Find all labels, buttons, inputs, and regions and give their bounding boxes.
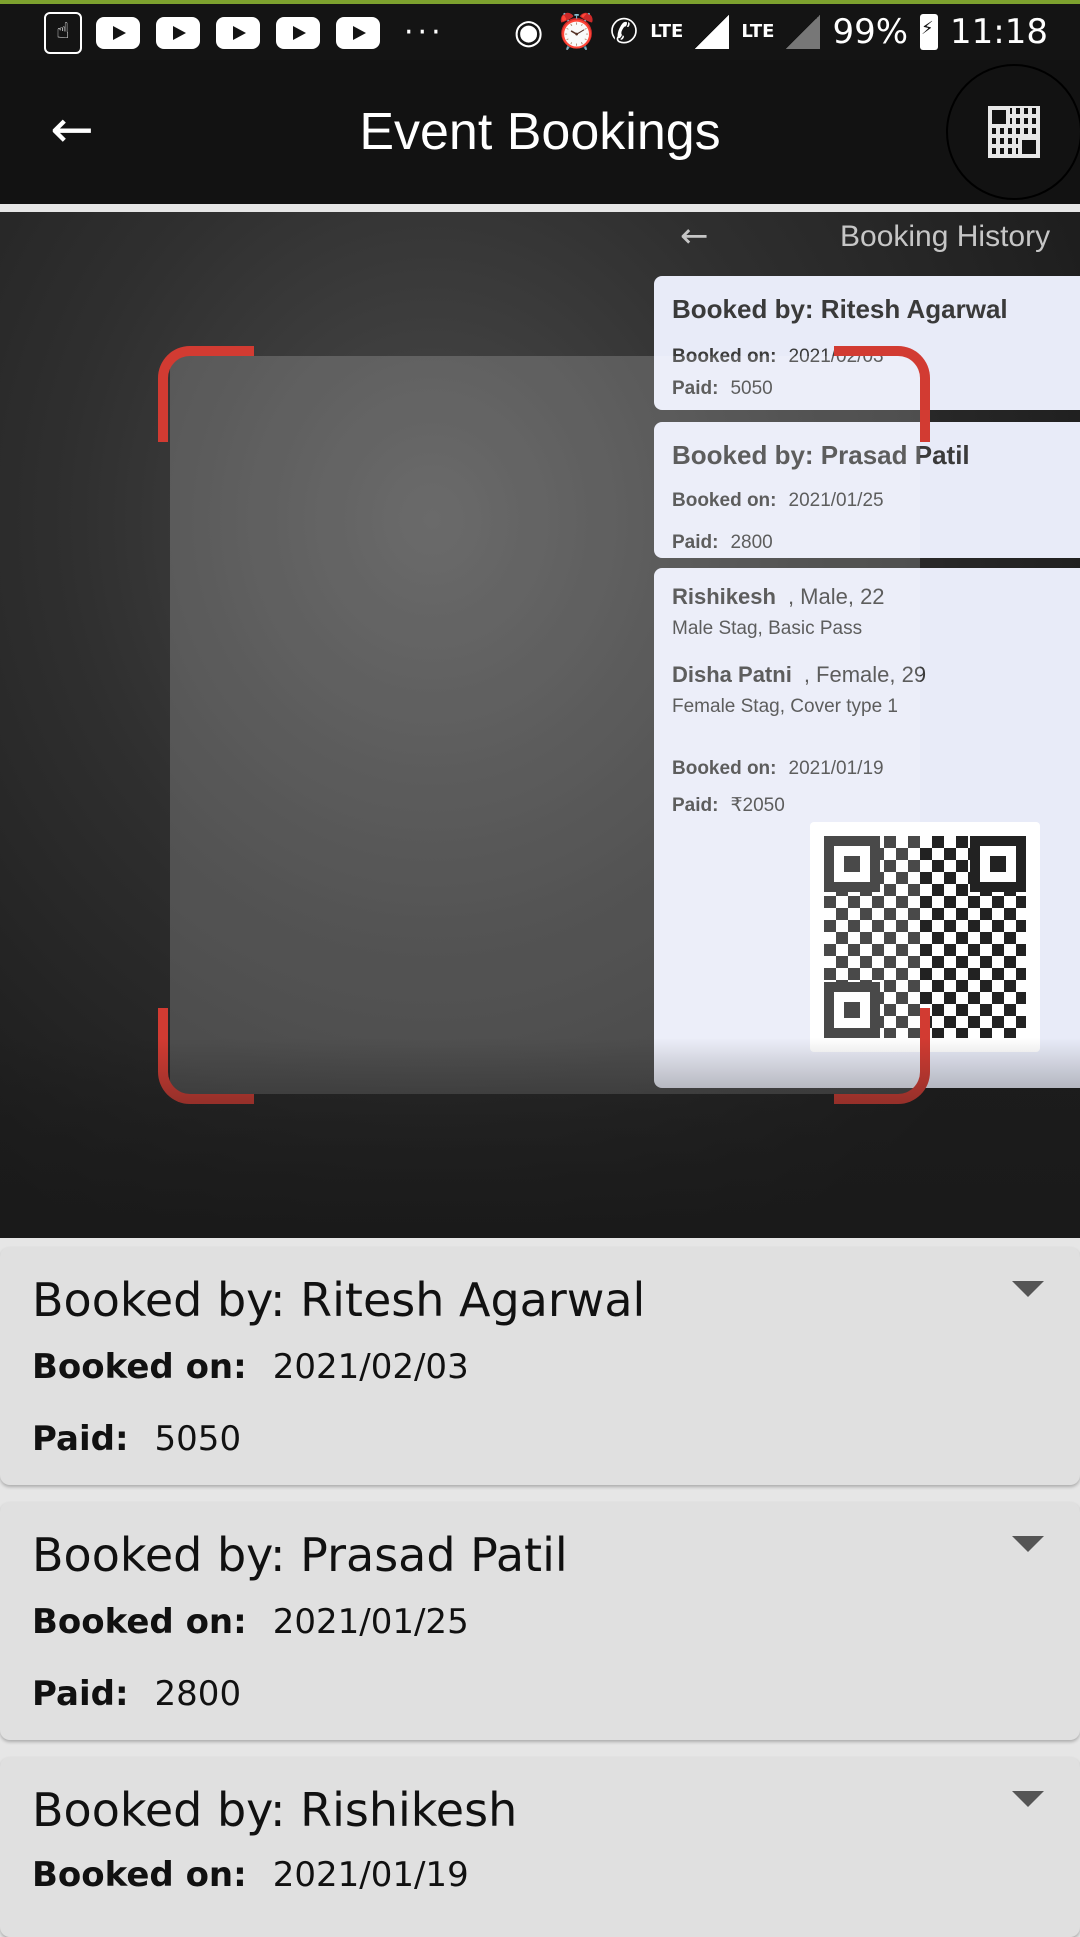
paid-value: 5050 — [154, 1419, 242, 1459]
captured-back-icon: ← — [680, 216, 709, 256]
booked-on-value: 2021/02/03 — [272, 1347, 469, 1387]
signal-icon — [786, 15, 821, 49]
captured-card-name: Booked by: Ritesh Agarwal — [672, 294, 1008, 324]
booked-on-row: Booked on: 2021/01/19 — [32, 1855, 469, 1895]
captured-header: ← Booking History — [640, 212, 1080, 272]
expand-caret-icon[interactable] — [1012, 1536, 1044, 1552]
booked-on-label: Booked on: — [32, 1347, 247, 1387]
camera-shade — [0, 1038, 1080, 1238]
signal-icon — [695, 15, 730, 49]
booked-on-value: 2021/01/19 — [272, 1855, 469, 1895]
booking-name: Booked by: Ritesh Agarwal — [32, 1273, 646, 1327]
scan-corner-top-right — [834, 346, 930, 442]
app-bar: ← Event Bookings — [0, 60, 1080, 204]
booking-name: Booked by: Rishikesh — [32, 1783, 518, 1837]
scan-corner-top-left — [158, 346, 254, 442]
youtube-icon — [156, 17, 200, 49]
booking-name: Booked by: Prasad Patil — [32, 1528, 568, 1582]
notification-icons: ☝ ··· — [44, 12, 453, 54]
status-bar: ☝ ··· ◉ ⏰ ✆ LTE LTE 99% 11:18 — [0, 0, 1080, 60]
expand-caret-icon[interactable] — [1012, 1281, 1044, 1297]
youtube-icon — [216, 17, 260, 49]
hotspot-icon: ◉ — [513, 12, 544, 52]
paid-value: 2800 — [154, 1674, 242, 1714]
lte-label: LTE — [650, 21, 684, 42]
youtube-icon — [336, 17, 380, 49]
alarm-icon: ⏰ — [555, 12, 598, 52]
booked-on-row: Booked on: 2021/02/03 — [32, 1347, 469, 1387]
qr-code-icon — [988, 106, 1040, 158]
accessibility-icon: ☝ — [44, 12, 82, 54]
more-dots-icon: ··· — [404, 15, 445, 50]
volte-call-icon: ✆ — [609, 12, 639, 52]
booking-card[interactable]: Booked by: Prasad Patil Booked on: 2021/0… — [0, 1502, 1080, 1740]
camera-preview[interactable]: ← Booking History Booked by: Ritesh Agar… — [0, 212, 1080, 1238]
qr-scan-button[interactable] — [946, 64, 1080, 200]
battery-icon — [920, 14, 939, 50]
scan-window — [170, 356, 920, 1094]
paid-label: Paid: — [32, 1419, 129, 1459]
page-title: Event Bookings — [359, 103, 721, 161]
youtube-icon — [276, 17, 320, 49]
clock: 11:18 — [950, 12, 1048, 52]
youtube-icon — [96, 17, 140, 49]
qr-finder — [970, 836, 1026, 892]
paid-label: Paid: — [32, 1674, 129, 1714]
booked-on-row: Booked on: 2021/01/25 — [32, 1602, 469, 1642]
booked-on-label: Booked on: — [32, 1855, 247, 1895]
system-icons: ◉ ⏰ ✆ LTE LTE 99% 11:18 — [514, 10, 1048, 54]
captured-title: Booking History — [840, 220, 1051, 253]
battery-percent: 99% — [832, 12, 909, 52]
booking-card[interactable]: Booked by: Ritesh Agarwal Booked on: 2021… — [0, 1247, 1080, 1485]
booking-card[interactable]: Booked by: Rishikesh Booked on: 2021/01/1… — [0, 1757, 1080, 1937]
paid-row: Paid: 2800 — [32, 1674, 241, 1714]
booked-on-label: Booked on: — [32, 1602, 247, 1642]
paid-row: Paid: 5050 — [32, 1419, 241, 1459]
booked-on-value: 2021/01/25 — [272, 1602, 469, 1642]
lte-label-2: LTE — [741, 21, 775, 42]
expand-caret-icon[interactable] — [1012, 1791, 1044, 1807]
